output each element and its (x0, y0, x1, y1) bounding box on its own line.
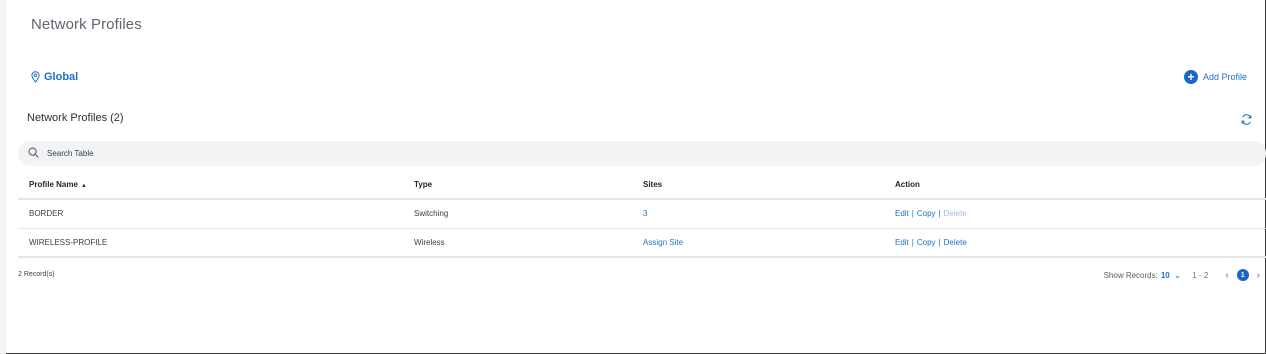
cell-profile-name: WIRELESS-PROFILE (18, 228, 403, 258)
edit-link[interactable]: Edit (895, 238, 909, 247)
left-rail (0, 0, 6, 354)
column-header-type[interactable]: Type (403, 171, 632, 200)
search-icon (28, 145, 39, 163)
column-header-action: Action (884, 171, 1266, 200)
show-records-label: Show Records: (1103, 270, 1158, 280)
action-separator: | (938, 209, 941, 219)
add-profile-label: Add Profile (1202, 72, 1247, 82)
sites-count-link[interactable]: 3 (643, 209, 647, 218)
page-size-select[interactable]: 10 (1161, 271, 1170, 280)
edit-link[interactable]: Edit (895, 209, 909, 218)
table-row: WIRELESS-PROFILE Wireless Assign Site Ed… (18, 228, 1266, 258)
pagination: Show Records: 10 ⌄ 1 - 2 ‹ 1 › (1104, 269, 1260, 281)
sort-ascending-icon: ▲ (80, 183, 87, 189)
cell-type: Wireless (403, 228, 632, 258)
records-count: 2 Record(s) (18, 271, 55, 278)
search-bar (18, 141, 1266, 166)
chevron-down-icon[interactable]: ⌄ (1174, 270, 1182, 281)
location-pin-icon (31, 71, 40, 83)
search-input[interactable] (47, 149, 647, 158)
assign-site-link[interactable]: Assign Site (643, 238, 683, 247)
table-section-title: Network Profiles (2) (27, 112, 124, 124)
cell-actions: Edit | Copy | Delete (884, 199, 1266, 229)
add-profile-button[interactable]: + Add Profile (1183, 70, 1247, 84)
profiles-table: Profile Name ▲ Type Sites Action BORDER S… (18, 171, 1266, 258)
copy-link[interactable]: Copy (917, 209, 936, 218)
delete-link[interactable]: Delete (944, 238, 967, 247)
site-label: Global (44, 71, 79, 83)
column-header-label: Profile Name (29, 180, 78, 189)
page-button-current[interactable]: 1 (1236, 269, 1249, 281)
page-title: Network Profiles (31, 16, 142, 33)
action-separator: | (911, 209, 914, 219)
delete-link-disabled: Delete (943, 209, 967, 219)
site-selector-global[interactable]: Global (31, 71, 78, 83)
cell-profile-name: BORDER (18, 199, 403, 229)
table-header-row: Profile Name ▲ Type Sites Action (18, 171, 1266, 200)
refresh-icon[interactable] (1240, 113, 1253, 126)
plus-circle-icon: + (1183, 70, 1198, 84)
cell-type: Switching (403, 199, 632, 229)
chevron-right-icon[interactable]: › (1257, 270, 1260, 281)
action-separator: | (911, 237, 914, 247)
cell-actions: Edit | Copy | Delete (884, 228, 1266, 258)
chevron-left-icon[interactable]: ‹ (1225, 270, 1228, 281)
records-range: 1 - 2 (1192, 270, 1209, 280)
action-separator: | (938, 237, 941, 247)
table-row: BORDER Switching 3 Edit | Copy | Delete (18, 199, 1266, 229)
column-header-sites[interactable]: Sites (632, 171, 884, 200)
copy-link[interactable]: Copy (917, 238, 936, 247)
column-header-profile-name[interactable]: Profile Name ▲ (18, 171, 403, 200)
